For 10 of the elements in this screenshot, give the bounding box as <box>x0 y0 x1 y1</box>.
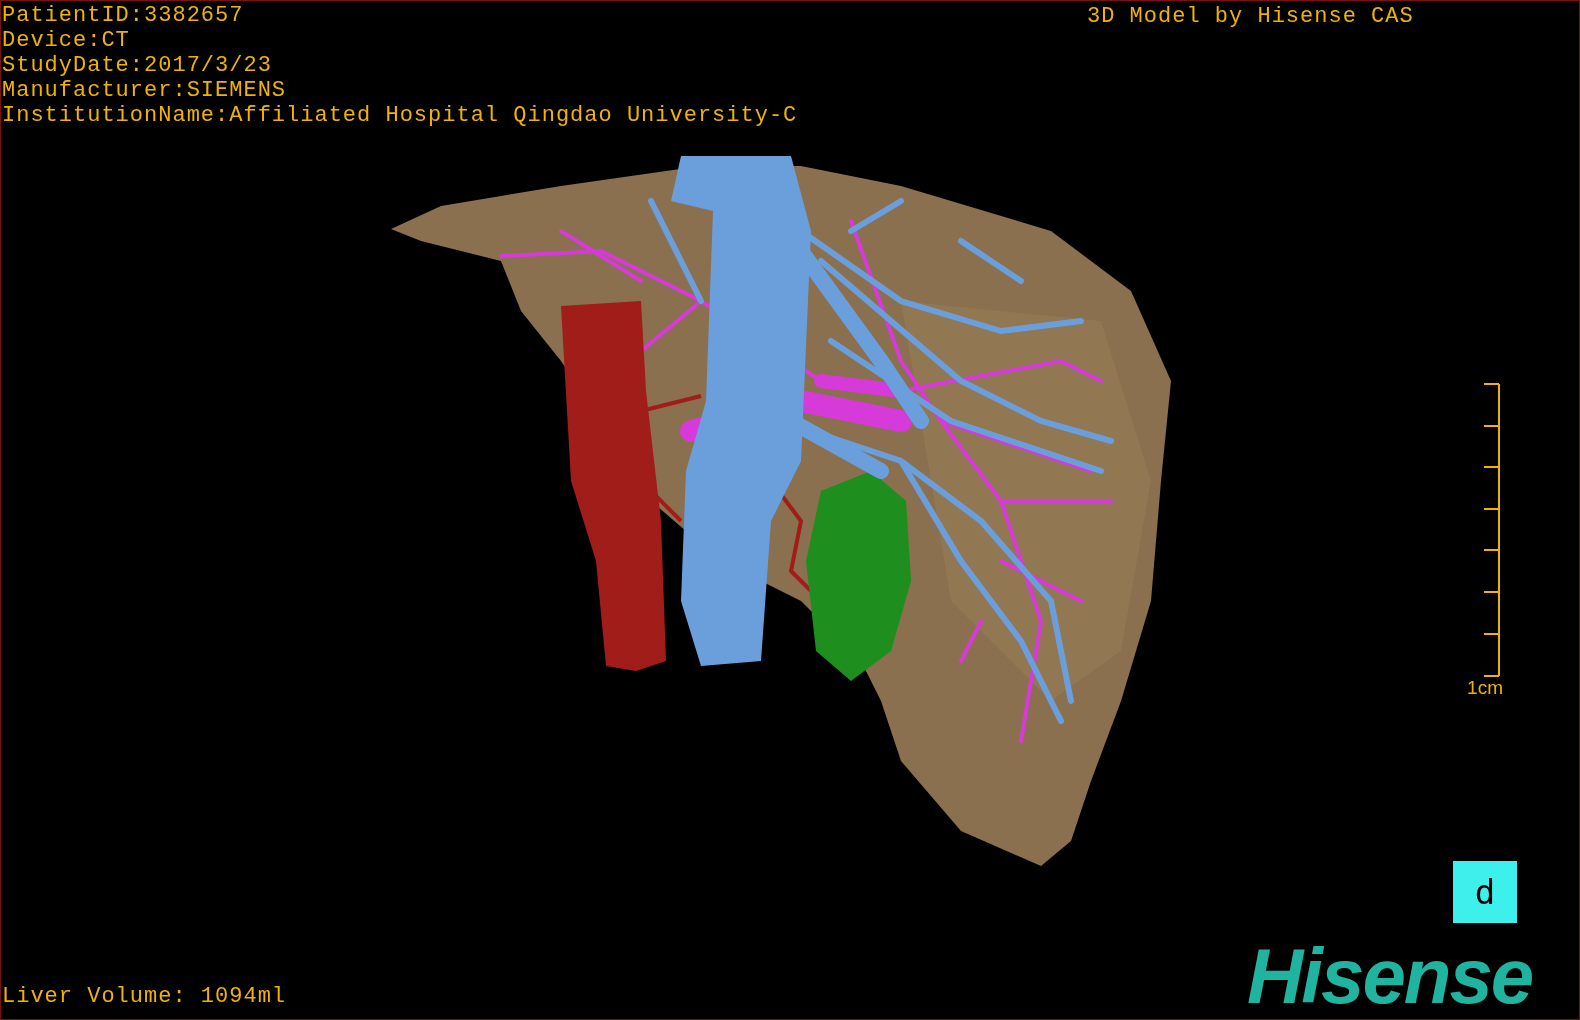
info-line: PatientID:3382657 <box>2 3 245 28</box>
brand-logo: Hisense <box>1247 936 1533 1016</box>
info-line: Device:CT <box>2 28 131 53</box>
view-button[interactable]: d <box>1453 861 1517 923</box>
model-credit: 3D Model by Hisense CAS <box>1087 4 1414 29</box>
liver-volume: Liver Volume: 1094ml <box>2 984 287 1009</box>
scale-label: 1cm <box>1467 677 1503 699</box>
info-line: Manufacturer:SIEMENS <box>2 78 288 103</box>
info-line: StudyDate:2017/3/23 <box>2 53 273 78</box>
info-line: InstitutionName:Affiliated Hospital Qingdao University-C <box>2 103 798 128</box>
